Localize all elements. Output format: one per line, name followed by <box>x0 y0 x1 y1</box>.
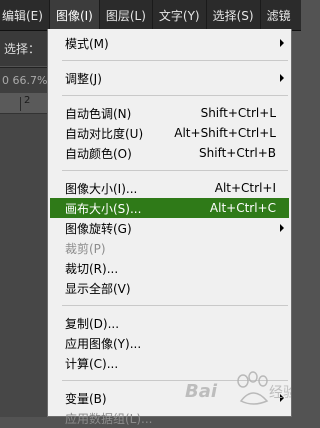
menu-item-adjustments[interactable]: 调整(J) <box>48 68 291 88</box>
menu-divider <box>62 95 288 96</box>
menu-item-image-size[interactable]: 图像大小(I)... Alt+Ctrl+I <box>48 178 291 198</box>
canvas-area <box>0 114 48 417</box>
menu-item-auto-contrast[interactable]: 自动对比度(U) Alt+Shift+Ctrl+L <box>48 123 291 143</box>
menu-item-label: 应用数据组(L)... <box>65 411 153 426</box>
zoom-level: 0 66.7% <box>2 74 48 87</box>
menu-item-auto-color[interactable]: 自动颜色(O) Shift+Ctrl+B <box>48 143 291 163</box>
menu-divider <box>62 305 288 306</box>
submenu-arrow-icon <box>280 74 284 82</box>
menu-item-label: 画布大小(S)... <box>65 201 142 216</box>
menu-item-shortcut: Shift+Ctrl+L <box>200 106 276 120</box>
menu-item-auto-tone[interactable]: 自动色调(N) Shift+Ctrl+L <box>48 103 291 123</box>
menu-item-shortcut: Alt+Ctrl+I <box>214 181 276 195</box>
menu-item-image-rotation[interactable]: 图像旋转(G) <box>48 218 291 238</box>
menu-item-label: 显示全部(V) <box>65 281 131 296</box>
menu-item-trim[interactable]: 裁切(R)... <box>48 258 291 278</box>
menu-item-label: 自动色调(N) <box>65 106 132 121</box>
document-tab[interactable]: 0 66.7% <box>0 67 48 93</box>
image-menu-dropdown: 模式(M) 调整(J) 自动色调(N) Shift+Ctrl+L 自动对比度(U… <box>47 29 292 426</box>
menu-item-label: 裁剪(P) <box>65 241 106 256</box>
menu-type[interactable]: 文字(Y) <box>153 0 206 30</box>
horizontal-ruler: 2 <box>0 93 48 114</box>
submenu-arrow-icon <box>280 224 284 232</box>
menu-item-label: 模式(M) <box>65 36 109 51</box>
ruler-tick <box>20 97 21 111</box>
menu-select[interactable]: 选择(S) <box>207 0 260 30</box>
menu-item-label: 应用图像(Y)... <box>65 336 142 351</box>
submenu-arrow-icon <box>280 39 284 47</box>
menu-item-shortcut: Alt+Ctrl+C <box>209 201 276 215</box>
menu-item-canvas-size[interactable]: 画布大小(S)... Alt+Ctrl+C <box>50 198 289 218</box>
menu-item-label: 图像大小(I)... <box>65 181 138 196</box>
menu-item-reveal-all[interactable]: 显示全部(V) <box>48 278 291 298</box>
menu-image[interactable]: 图像(I) <box>49 0 99 30</box>
menu-layer[interactable]: 图层(L) <box>100 0 152 30</box>
menu-item-shortcut: Shift+Ctrl+B <box>199 146 276 160</box>
options-bar: 选择： <box>0 31 48 66</box>
menu-item-label: 调整(J) <box>65 71 102 86</box>
menu-item-label: 自动颜色(O) <box>65 146 132 161</box>
svg-text:Bai: Bai <box>185 381 218 402</box>
menu-filter[interactable]: 滤镜 <box>261 0 297 30</box>
menu-item-label: 自动对比度(U) <box>65 126 144 141</box>
svg-text:经验: 经验 <box>269 385 291 401</box>
baidu-jingyan-watermark-logo: Bai 经验 <box>185 371 291 405</box>
menu-item-shortcut: Alt+Shift+Ctrl+L <box>174 126 276 140</box>
menu-edit[interactable]: 编辑(E) <box>0 0 49 30</box>
menu-item-label: 裁切(R)... <box>65 261 119 276</box>
menu-item-mode[interactable]: 模式(M) <box>48 33 291 53</box>
menu-item-label: 图像旋转(G) <box>65 221 132 236</box>
ruler-number: 2 <box>24 95 31 106</box>
menu-bar: 编辑(E) 图像(I) 图层(L) 文字(Y) 选择(S) 滤镜 <box>0 0 301 31</box>
menu-item-apply-image[interactable]: 应用图像(Y)... <box>48 333 291 353</box>
options-bar-label: 选择： <box>4 42 41 56</box>
menu-divider <box>62 60 288 61</box>
menu-item-crop: 裁剪(P) <box>48 238 291 258</box>
menu-item-label: 复制(D)... <box>65 316 120 331</box>
menu-item-apply-data-set: 应用数据组(L)... <box>48 408 291 428</box>
menu-item-duplicate[interactable]: 复制(D)... <box>48 313 291 333</box>
menu-divider <box>62 170 288 171</box>
